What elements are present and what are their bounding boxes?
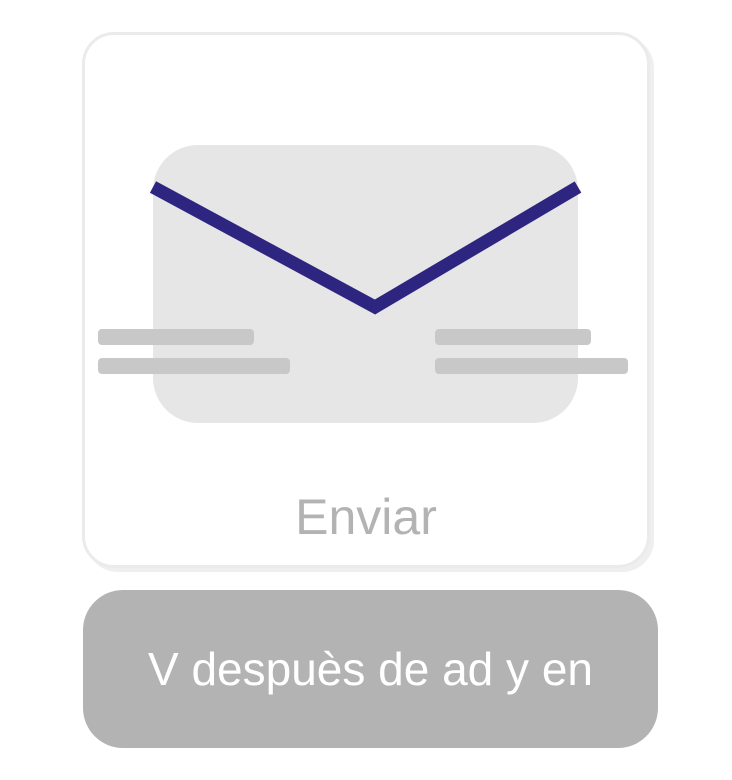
action-button[interactable]: V despuès de ad y en (83, 590, 658, 748)
motion-line-right-1 (435, 329, 591, 345)
motion-line-right-2 (435, 358, 628, 374)
motion-line-left-1 (98, 329, 254, 345)
envelope-body (153, 145, 578, 423)
motion-line-left-2 (98, 358, 290, 374)
send-mail-icon (98, 145, 628, 423)
send-label: Enviar (295, 489, 437, 545)
